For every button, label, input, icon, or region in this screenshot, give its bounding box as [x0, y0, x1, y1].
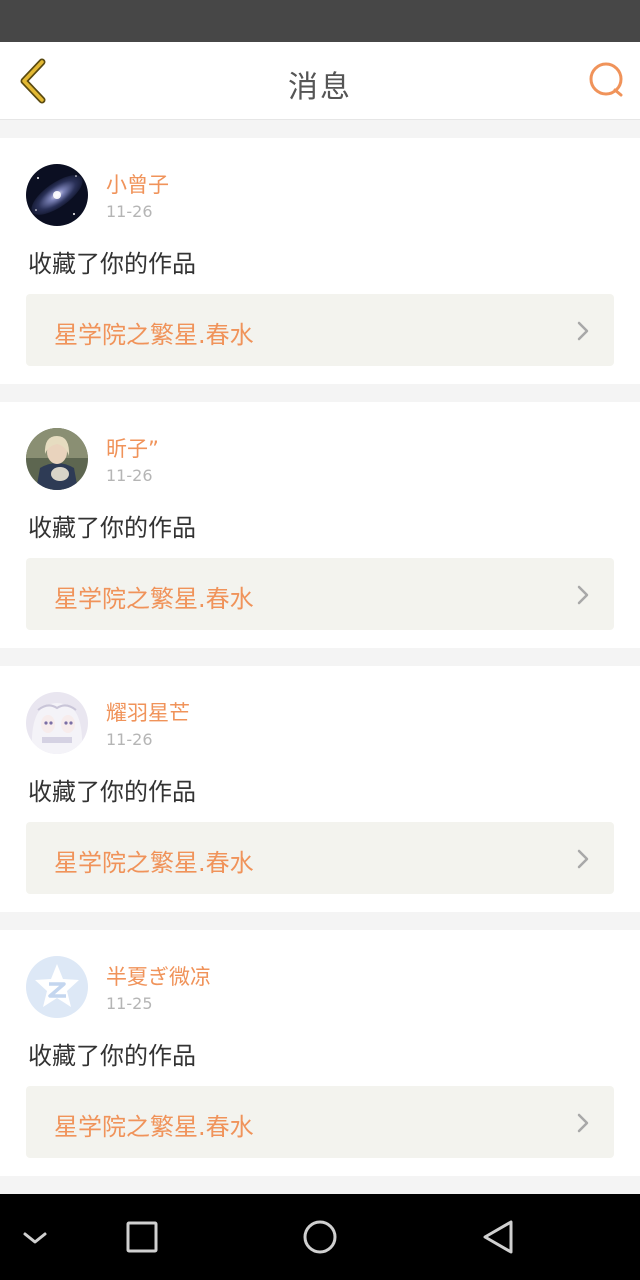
avatar[interactable]: [26, 692, 88, 754]
work-title: 星学院之繁星.春水: [54, 321, 254, 349]
user-name[interactable]: 耀羽星芒: [106, 697, 190, 727]
nav-back-button[interactable]: [475, 1214, 521, 1260]
galaxy-avatar: [26, 164, 88, 226]
message-list: 小曾子 11-26 收藏了你的作品 星学院之繁星.春水 昕子” 11-26 收藏…: [0, 138, 640, 1194]
chevron-right-icon: [577, 1113, 589, 1133]
message-date: 11-25: [106, 994, 153, 1013]
photo-avatar: [26, 428, 88, 490]
nav-hide-button[interactable]: [12, 1214, 58, 1260]
chevron-right-icon: [577, 585, 589, 605]
chevron-right-icon: [577, 321, 589, 341]
message-date: 11-26: [106, 730, 153, 749]
chevron-down-icon: [23, 1232, 47, 1244]
chevron-right-icon: [577, 849, 589, 869]
user-name[interactable]: 半夏ぎ微凉: [106, 961, 211, 991]
action-text: 收藏了你的作品: [28, 514, 196, 542]
user-name[interactable]: 昕子”: [106, 433, 159, 463]
message-card: 半夏ぎ微凉 11-25 收藏了你的作品 星学院之繁星.春水: [0, 930, 640, 1176]
top-bar: 消息: [0, 42, 640, 120]
work-link[interactable]: 星学院之繁星.春水: [26, 822, 614, 894]
anime-avatar: [26, 692, 88, 754]
work-title: 星学院之繁星.春水: [54, 849, 254, 877]
work-title: 星学院之繁星.春水: [54, 1113, 254, 1141]
message-card: 昕子” 11-26 收藏了你的作品 星学院之繁星.春水: [0, 402, 640, 648]
message-date: 11-26: [106, 202, 153, 221]
qzone-default-avatar: [26, 956, 88, 1018]
message-card: 小曾子 11-26 收藏了你的作品 星学院之繁星.春水: [0, 138, 640, 384]
message-date: 11-26: [106, 466, 153, 485]
avatar[interactable]: [26, 164, 88, 226]
square-icon: [126, 1221, 158, 1253]
avatar[interactable]: [26, 956, 88, 1018]
work-title: 星学院之繁星.春水: [54, 585, 254, 613]
avatar[interactable]: [26, 428, 88, 490]
triangle-back-icon: [483, 1220, 513, 1254]
message-card: 耀羽星芒 11-26 收藏了你的作品 星学院之繁星.春水: [0, 666, 640, 912]
action-text: 收藏了你的作品: [28, 778, 196, 806]
system-nav-bar: [0, 1194, 640, 1280]
action-text: 收藏了你的作品: [28, 250, 196, 278]
search-button[interactable]: [586, 60, 626, 100]
action-text: 收藏了你的作品: [28, 1042, 196, 1070]
page-title: 消息: [288, 70, 352, 105]
circle-icon: [303, 1220, 337, 1254]
work-link[interactable]: 星学院之繁星.春水: [26, 1086, 614, 1158]
user-name[interactable]: 小曾子: [106, 169, 169, 199]
work-link[interactable]: 星学院之繁星.春水: [26, 558, 614, 630]
nav-home-button[interactable]: [297, 1214, 343, 1260]
status-bar: [0, 0, 640, 42]
work-link[interactable]: 星学院之繁星.春水: [26, 294, 614, 366]
search-icon: [589, 62, 623, 97]
nav-recent-button[interactable]: [119, 1214, 165, 1260]
